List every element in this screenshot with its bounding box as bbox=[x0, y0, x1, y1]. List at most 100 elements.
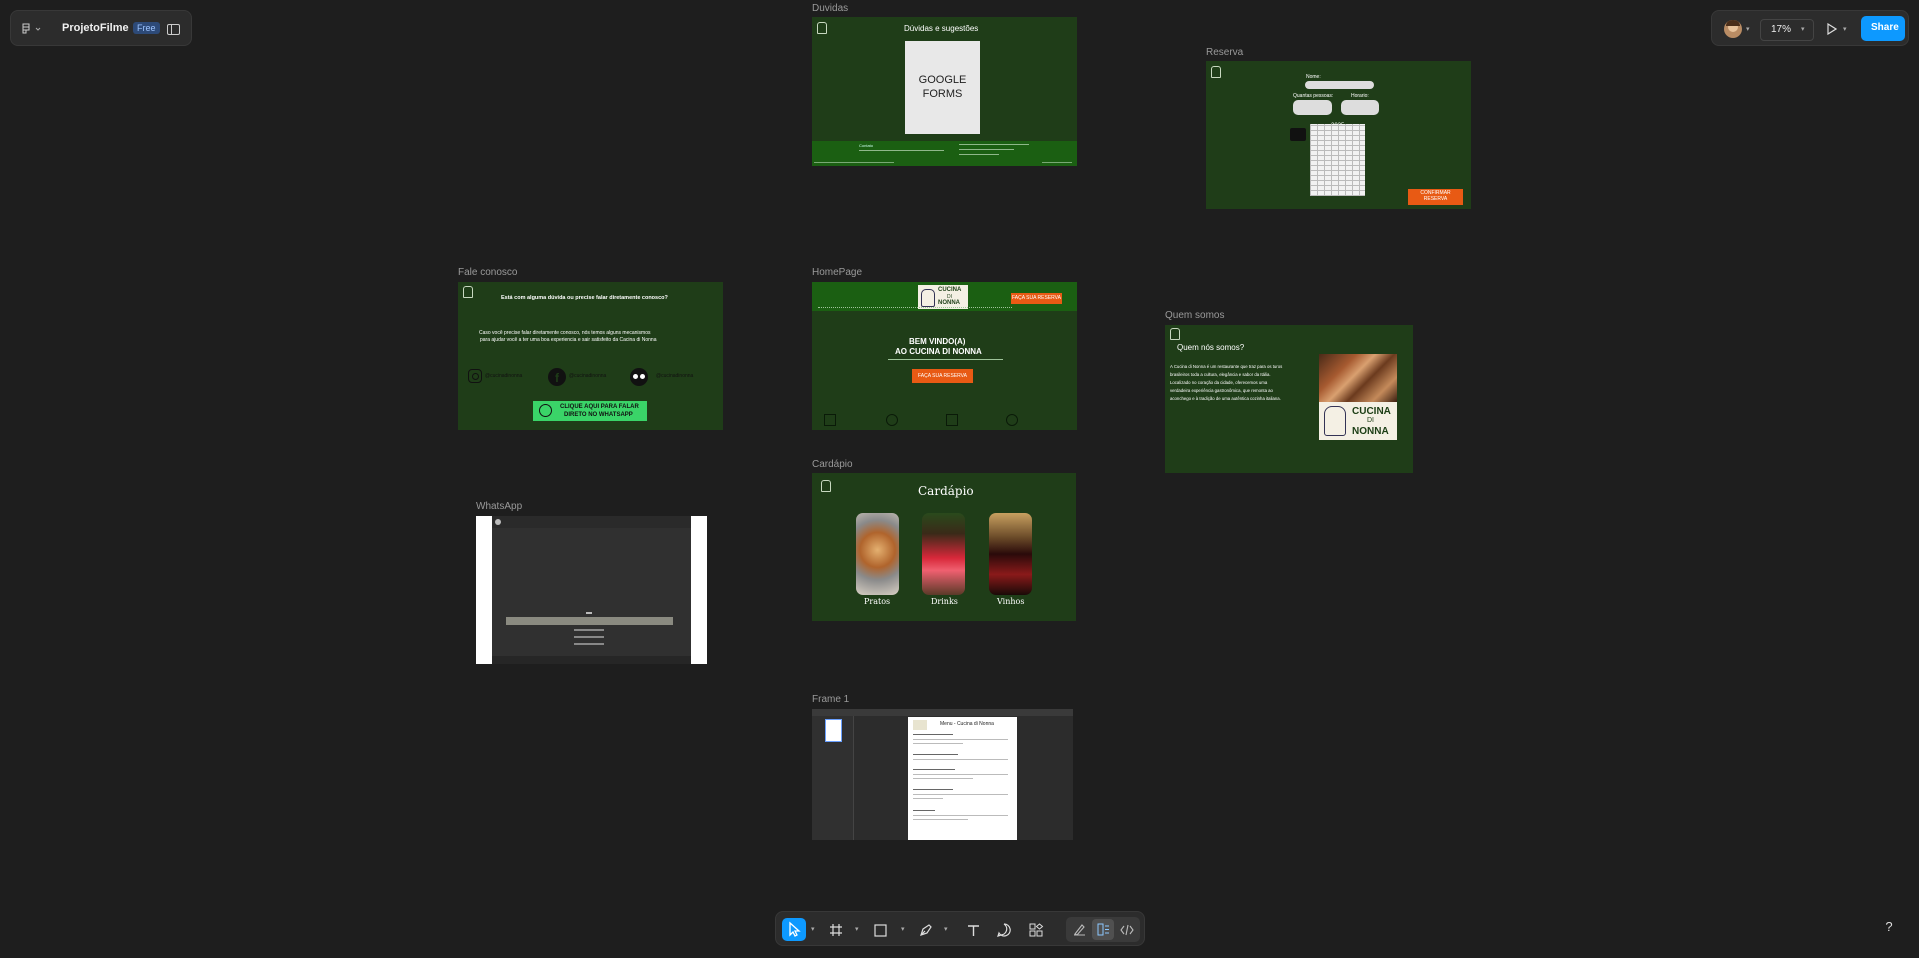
frame-duvidas[interactable]: Dúvidas e sugestões GOOGLE FORMS Contato bbox=[812, 17, 1077, 166]
whatsapp-chat-screenshot bbox=[492, 516, 691, 664]
google-forms-text: GOOGLE FORMS bbox=[918, 74, 967, 100]
home-reserve-button[interactable]: FAÇA SUA RESERVA bbox=[1011, 293, 1062, 304]
home-logo: CUCINA DI NONNA bbox=[918, 285, 968, 309]
frame-label-duvidas[interactable]: Duvidas bbox=[812, 3, 848, 14]
home-cta-button[interactable]: FAÇA SUA RESERVA bbox=[912, 369, 973, 383]
zoom-value: 17% bbox=[1771, 24, 1792, 35]
main-menu-button[interactable] bbox=[19, 19, 45, 39]
facebook-handle[interactable]: @cucinadinonna bbox=[569, 373, 606, 379]
cardapio-item-drinks[interactable]: Drinks bbox=[931, 597, 958, 606]
vinhos-photo[interactable] bbox=[989, 513, 1032, 595]
time-input[interactable] bbox=[1341, 100, 1379, 115]
quem-logo-line3: NONNA bbox=[1352, 426, 1389, 437]
move-tool-button[interactable] bbox=[782, 918, 806, 941]
pen-tool-chevron-icon[interactable]: ▾ bbox=[944, 925, 948, 933]
actions-tool-button[interactable] bbox=[1026, 920, 1046, 940]
whatsapp-button[interactable]: CLIQUE AQUI PARA FALAR DIRETO NO WHATSAP… bbox=[533, 401, 647, 421]
sidebar-icon bbox=[166, 23, 180, 35]
frame-fale-conosco[interactable]: Está com alguma dúvida ou precise falar … bbox=[458, 282, 723, 430]
zoom-control[interactable]: 17% ▾ bbox=[1760, 19, 1814, 41]
avatar-chevron-down-icon[interactable]: ▾ bbox=[1746, 25, 1750, 33]
feature-icon bbox=[824, 414, 836, 426]
quem-text-5: aconchego e à tradição de uma autêntica … bbox=[1170, 396, 1281, 401]
frame-tool-chevron-icon[interactable]: ▾ bbox=[855, 925, 859, 933]
present-chevron-down-icon[interactable]: ▾ bbox=[1843, 25, 1847, 33]
welcome-line2: AO CUCINA DI NONNA bbox=[895, 347, 982, 356]
name-input[interactable] bbox=[1305, 81, 1374, 89]
quem-text-2: brasileiros toda a cultura, elegância e … bbox=[1170, 372, 1271, 377]
frame-whatsapp[interactable] bbox=[476, 516, 707, 664]
frame-label-fale-conosco[interactable]: Fale conosco bbox=[458, 267, 517, 278]
design-mode-button[interactable] bbox=[1092, 919, 1114, 940]
move-tool-chevron-icon[interactable]: ▾ bbox=[811, 925, 815, 933]
user-avatar[interactable] bbox=[1724, 20, 1742, 38]
home-nav-links[interactable] bbox=[818, 307, 918, 310]
present-button[interactable] bbox=[1824, 20, 1840, 38]
shape-tool-chevron-icon[interactable]: ▾ bbox=[901, 925, 905, 933]
logo-icon bbox=[1170, 328, 1180, 340]
home-nav-links-right[interactable] bbox=[907, 307, 1012, 310]
comment-tool-button[interactable] bbox=[994, 920, 1014, 940]
mode-switcher bbox=[1066, 917, 1140, 942]
shape-tool-button[interactable] bbox=[870, 920, 890, 940]
frame-label-homepage[interactable]: HomePage bbox=[812, 267, 862, 278]
duvidas-footer: Contato bbox=[812, 141, 1077, 166]
draw-mode-button[interactable] bbox=[1068, 919, 1090, 940]
quem-title: Quem nós somos? bbox=[1177, 343, 1245, 352]
confirm-reservation-button[interactable]: CONFIRMAR RESERVA bbox=[1408, 189, 1463, 205]
frame-cardapio[interactable]: Cardápio Pratos Drinks Vinhos bbox=[812, 473, 1076, 621]
confirm-reservation-label: CONFIRMAR RESERVA bbox=[1420, 190, 1451, 202]
share-button[interactable]: Share bbox=[1861, 16, 1905, 41]
pratos-photo[interactable] bbox=[856, 513, 899, 595]
figma-menu-icon bbox=[22, 23, 41, 34]
frame-label-quem-somos[interactable]: Quem somos bbox=[1165, 310, 1224, 321]
people-label: Quantas pessoas: bbox=[1293, 93, 1334, 99]
feature-icon bbox=[946, 414, 958, 426]
time-label: Horario: bbox=[1351, 93, 1369, 99]
frame-label-frame-1[interactable]: Frame 1 bbox=[812, 694, 849, 705]
text-tool-button[interactable] bbox=[963, 920, 983, 940]
toggle-sidebar-button[interactable] bbox=[165, 21, 181, 37]
draw-icon bbox=[1073, 924, 1085, 936]
rectangle-icon bbox=[873, 923, 887, 937]
comment-icon bbox=[997, 923, 1011, 937]
drinks-photo[interactable] bbox=[922, 513, 965, 595]
plan-badge: Free bbox=[133, 22, 160, 34]
people-input[interactable] bbox=[1293, 100, 1332, 115]
frame-homepage[interactable]: CUCINA DI NONNA FAÇA SUA RESERVA BEM VIN… bbox=[812, 282, 1077, 430]
instagram-handle[interactable]: @cucinadinonna bbox=[485, 373, 522, 379]
home-logo-line3: NONNA bbox=[938, 300, 960, 306]
frame-label-whatsapp[interactable]: WhatsApp bbox=[476, 501, 522, 512]
whatsapp-icon bbox=[539, 404, 552, 417]
frame-quem-somos[interactable]: Quem nós somos? A Cucina di Nonna é um r… bbox=[1165, 325, 1413, 473]
footer-contact-label: Contato bbox=[859, 143, 874, 148]
quem-logo: CUCINA DI NONNA bbox=[1319, 402, 1397, 440]
frame-1[interactable]: Menu - Cucina di Nonna bbox=[812, 709, 1073, 840]
project-name[interactable]: ProjetoFilme bbox=[62, 22, 129, 34]
instagram-icon[interactable] bbox=[468, 369, 482, 383]
right-header-panel: ▾ 17% ▾ ▾ Share bbox=[1711, 10, 1909, 46]
facebook-icon[interactable]: f bbox=[548, 368, 566, 386]
quem-logo-line1: CUCINA bbox=[1352, 406, 1391, 417]
tripadvisor-icon[interactable] bbox=[630, 368, 648, 386]
file-panel: ProjetoFilme Free bbox=[10, 10, 192, 46]
frame-reserva[interactable]: Nome: Quantas pessoas: Horario: 2025 CON… bbox=[1206, 61, 1471, 209]
logo-icon bbox=[463, 286, 473, 298]
frame-icon bbox=[830, 924, 842, 936]
dev-mode-button[interactable] bbox=[1116, 919, 1138, 940]
calendar-grid[interactable] bbox=[1310, 124, 1365, 196]
assets-grid-icon bbox=[1029, 923, 1043, 937]
fale-text-line2: para ajudar você a ter uma boa experienc… bbox=[480, 337, 657, 343]
restaurant-photo bbox=[1319, 354, 1397, 402]
design-icon bbox=[1097, 923, 1109, 936]
quem-text-3: Localizado no coração da cidade, oferece… bbox=[1170, 380, 1268, 385]
pen-tool-button[interactable] bbox=[916, 920, 936, 940]
frame-tool-button[interactable] bbox=[826, 920, 846, 940]
help-button[interactable]: ? bbox=[1879, 916, 1899, 936]
tripadvisor-handle[interactable]: @cucinadinonna bbox=[656, 373, 693, 379]
cardapio-item-pratos[interactable]: Pratos bbox=[864, 597, 890, 606]
home-features-bar bbox=[812, 410, 1077, 430]
cardapio-item-vinhos[interactable]: Vinhos bbox=[997, 597, 1024, 606]
frame-label-cardapio[interactable]: Cardápio bbox=[812, 459, 853, 470]
frame-label-reserva[interactable]: Reserva bbox=[1206, 47, 1243, 58]
